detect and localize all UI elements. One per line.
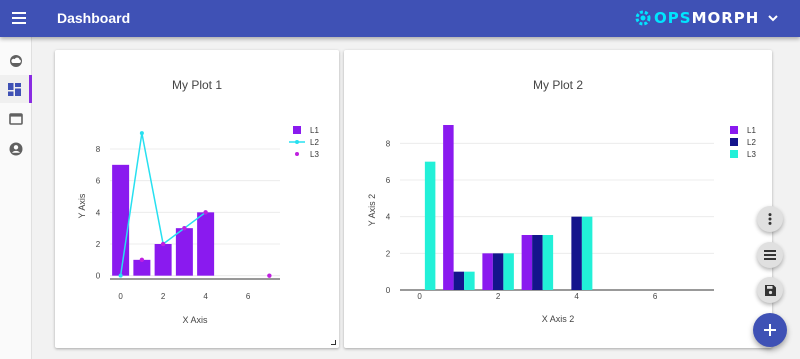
plot2-bar: [424, 161, 436, 290]
window-icon: [9, 113, 23, 125]
plot1-ytick-label: 0: [96, 272, 101, 281]
plot1-ytick-label: 6: [96, 177, 101, 186]
gear-icon: [635, 10, 651, 26]
plot2-bar: [521, 235, 533, 290]
plot1-scatter-point: [182, 225, 187, 231]
plot1-legend-swatch: [293, 126, 301, 134]
save-icon: [764, 284, 776, 296]
plot1-scatter-point: [203, 210, 208, 215]
plot2-bar: [453, 271, 465, 290]
plot2-legend-swatch: [730, 150, 738, 158]
plot2-ytick-label: 6: [386, 176, 391, 185]
plot2-xtick-label: 0: [417, 292, 422, 301]
plot2-xtick-label: 2: [496, 292, 501, 301]
plot2-bar: [503, 253, 514, 290]
brand-ops-text: OPS: [654, 9, 692, 27]
plot2-legend-label: L1: [747, 126, 756, 135]
plot1-legend-label: L3: [310, 150, 319, 159]
plot1-legend-label: L2: [310, 138, 319, 147]
plot1-ytick-label: 8: [96, 145, 101, 154]
list-view-button[interactable]: [757, 242, 783, 268]
plot2-xtick-label: 6: [653, 292, 658, 301]
plot2-bar: [464, 271, 475, 290]
plot1-ytick-label: 2: [96, 240, 101, 249]
plot2-legend-label: L2: [747, 138, 756, 147]
plot2-bar: [532, 235, 543, 290]
plot2-bar: [443, 125, 454, 290]
plot-card-1: My Plot 1 0 2 4 6 8 0 2 4 6 X Axis Y Axis L1 L2 L3: [55, 50, 339, 348]
plot2-bar: [492, 253, 504, 290]
plot-2-chart: My Plot 2 0 2 4 6 8 0 2 4 6 X Axis 2 Y Axis 2 L1 L2 L3: [367, 78, 756, 324]
plot2-x-axis-label: X Axis 2: [542, 314, 575, 324]
plot1-title: My Plot 1: [172, 78, 222, 92]
plot1-xtick-label: 0: [118, 292, 123, 301]
plot2-ytick-label: 2: [386, 249, 391, 258]
plot1-bar: [175, 228, 193, 276]
plot2-y-axis-label: Y Axis 2: [367, 194, 377, 226]
plot1-xtick-label: 6: [246, 292, 251, 301]
plot1-xtick-label: 2: [161, 292, 166, 301]
plot2-ytick-label: 4: [386, 213, 391, 222]
plot1-x-axis-label: X Axis: [182, 315, 208, 325]
plot2-bar: [482, 253, 493, 290]
plot1-line-point: [139, 131, 144, 136]
add-button[interactable]: [753, 313, 787, 347]
plot1-scatter-point: [139, 257, 145, 263]
plot2-bar: [571, 216, 582, 290]
more-vert-icon: [768, 213, 772, 225]
plot2-ytick-label: 0: [386, 286, 391, 295]
plot2-legend-swatch: [730, 138, 738, 146]
cloud-icon: [10, 55, 22, 67]
sidebar-item-window[interactable]: [0, 105, 32, 133]
plot1-bar: [154, 244, 172, 276]
plot2-ytick-label: 8: [386, 139, 391, 148]
plot2-bar: [581, 216, 593, 290]
account-circle-icon: [9, 142, 23, 156]
sidebar-item-dashboard[interactable]: [0, 75, 32, 103]
plot1-bar: [197, 212, 215, 276]
sidebar: [0, 37, 32, 359]
plot1-legend-swatch: [295, 152, 299, 156]
plot1-legend-swatch: [295, 140, 299, 144]
brand-morph-text: MORPH: [691, 9, 760, 27]
menu-icon[interactable]: [12, 12, 26, 24]
dashboard-icon: [8, 82, 21, 96]
sidebar-item-cloud[interactable]: [0, 47, 32, 75]
plot1-legend-label: L1: [310, 126, 319, 135]
plot1-bar: [133, 259, 151, 276]
plot1-line-point: [118, 273, 123, 278]
plot-card-2: My Plot 2 0 2 4 6 8 0 2 4 6 X Axis 2 Y Axis 2 L1 L2 L3: [344, 50, 772, 348]
app-bar: Dashboard OPS MORPH: [0, 0, 800, 37]
plot1-scatter-point: [267, 273, 272, 278]
plot2-legend-swatch: [730, 126, 738, 134]
plot2-xtick-label: 4: [574, 292, 579, 301]
plot2-title: My Plot 2: [533, 78, 583, 92]
plot1-bar: [112, 164, 130, 276]
plot2-bar: [542, 235, 554, 290]
page-title: Dashboard: [57, 10, 131, 26]
plot-1-chart: My Plot 1 0 2 4 6 8 0 2 4 6 X Axis Y Axis L1 L2 L3: [77, 78, 319, 325]
list-icon: [764, 250, 776, 260]
plot1-y-axis-label: Y Axis: [77, 193, 87, 218]
plot1-ytick-label: 4: [96, 208, 101, 217]
brand-logo: OPS MORPH: [634, 8, 759, 28]
plot1-scatter-point: [160, 241, 166, 247]
save-button[interactable]: [757, 277, 783, 303]
plot1-xtick-label: 4: [203, 292, 208, 301]
plot2-legend-label: L3: [747, 150, 756, 159]
resize-handle[interactable]: [331, 340, 336, 345]
plus-icon: [764, 324, 776, 336]
sidebar-item-account[interactable]: [0, 135, 32, 163]
chevron-down-icon[interactable]: [767, 13, 779, 23]
more-options-button[interactable]: [757, 206, 783, 232]
